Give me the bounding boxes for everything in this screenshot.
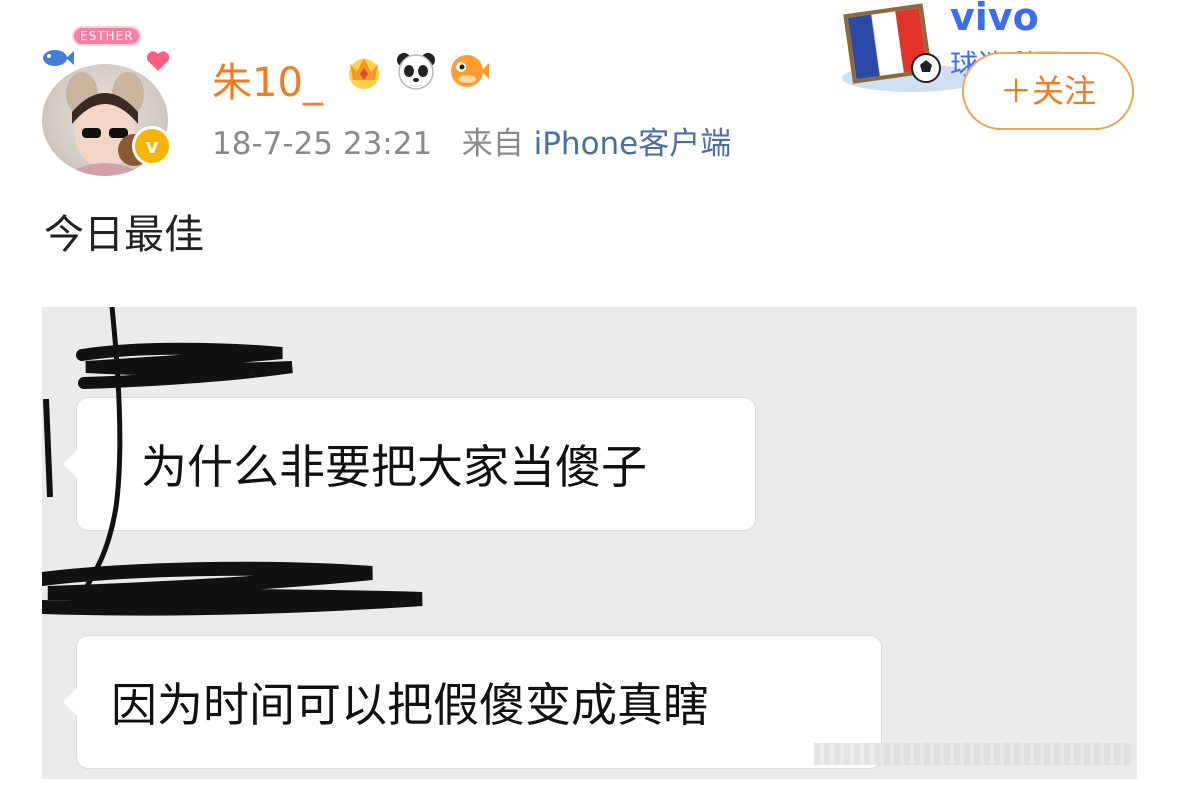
follow-button[interactable]: ＋关注 bbox=[962, 52, 1134, 130]
username[interactable]: 朱10_ bbox=[212, 50, 323, 108]
heart-sticker-icon bbox=[146, 51, 170, 71]
chat-message-text: 因为时间可以把假傻变成真瞎 bbox=[111, 678, 709, 732]
fish-sticker-icon bbox=[43, 50, 74, 66]
post-meta: 18-7-25 23:21 来自 iPhone客户端 bbox=[212, 118, 731, 163]
pufferfish-badge-icon bbox=[451, 55, 489, 87]
chat-bubble: 因为时间可以把假傻变成真瞎 bbox=[63, 635, 882, 769]
panda-badge-icon bbox=[397, 53, 435, 90]
crown-badge-icon bbox=[349, 58, 379, 89]
verified-v-icon: v bbox=[132, 126, 172, 166]
image-watermark bbox=[814, 743, 1134, 765]
post-timestamp: 18-7-25 23:21 bbox=[212, 126, 433, 162]
post-source-link[interactable]: iPhone客户端 bbox=[534, 126, 732, 162]
chat-bubble: 为什么非要把大家当傻子 bbox=[63, 397, 756, 531]
post-image-chat-screenshot[interactable]: 为什么非要把大家当傻子 因为时间可以把假傻变成真瞎 bbox=[42, 307, 1137, 779]
chat-message-text: 为什么非要把大家当傻子 bbox=[141, 440, 647, 494]
user-avatar-area[interactable]: ESTHER v bbox=[40, 14, 172, 176]
post-body-text: 今日最佳 bbox=[44, 212, 204, 258]
vivo-logo: vivo bbox=[950, 0, 1039, 39]
user-badges bbox=[342, 48, 490, 92]
post-source-prefix: 来自 bbox=[461, 126, 524, 162]
avatar-sticker-sign: ESTHER bbox=[72, 26, 142, 46]
